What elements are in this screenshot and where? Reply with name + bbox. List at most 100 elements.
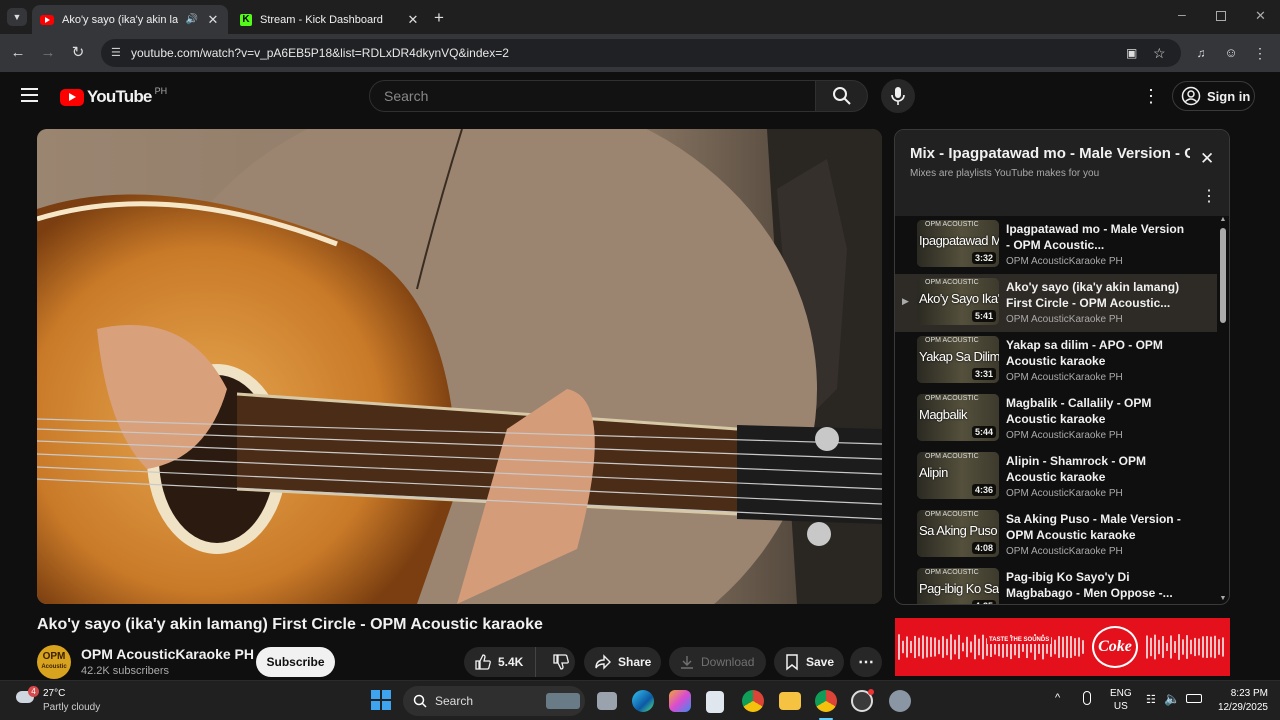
microphone-tray-icon[interactable] <box>1083 691 1091 705</box>
start-windows-icon[interactable] <box>371 690 391 710</box>
address-bar[interactable]: ☰ youtube.com/watch?v=v_pA6EB5P18&list=R… <box>101 39 1181 67</box>
playlist-item[interactable]: ▶ OPM ACOUSTIC Ako'y Sayo Ika'y Akin Lam 5:… <box>895 274 1217 332</box>
chrome-menu-icon[interactable]: ⋮ <box>1249 42 1271 64</box>
clock[interactable]: 8:23 PM 12/29/2025 <box>1212 687 1268 715</box>
copilot-icon[interactable] <box>669 690 691 712</box>
playlist-item-title: Alipin - Shamrock - OPM Acoustic karaoke <box>1006 454 1147 484</box>
search-icon <box>833 87 851 105</box>
hamburger-menu-icon[interactable] <box>21 88 38 102</box>
site-info-icon[interactable]: ☰ <box>111 39 121 67</box>
soundwave-graphic <box>898 634 1224 660</box>
chrome-active-icon[interactable] <box>815 690 837 712</box>
back-arrow-icon[interactable]: ← <box>7 42 29 64</box>
close-tab-icon[interactable]: ✕ <box>206 12 220 28</box>
dislike-button[interactable] <box>542 647 570 677</box>
playlist-thumbnail[interactable]: OPM ACOUSTIC Ako'y Sayo Ika'y Akin Lam 5:4… <box>917 278 999 325</box>
avatar-text-bottom: Acoustic <box>41 664 67 670</box>
youtube-favicon-icon <box>40 14 54 25</box>
search-button[interactable] <box>815 80 868 112</box>
playlist-item-channel: OPM AcousticKaraoke PH <box>1006 372 1123 383</box>
playlist-item[interactable]: OPM ACOUSTIC Sa Aking Puso 4:08 Sa Aking Pu… <box>895 506 1217 564</box>
playlist-title[interactable]: Mix - Ipagpatawad mo - Male Version - OP… <box>910 145 1190 162</box>
playlist-item[interactable]: OPM ACOUSTIC Magbalik 5:44 Magbalik - Calla… <box>895 390 1217 448</box>
tab-search-dropdown-icon[interactable]: ▼ <box>7 8 27 26</box>
thumbnail-text: Sa Aking Puso <box>919 523 998 538</box>
scroll-down-arrow-icon[interactable]: ▼ <box>1219 595 1227 602</box>
thumbnail-text: Ako'y Sayo Ika'y Akin Lam <box>919 291 999 306</box>
subscribe-button[interactable]: Subscribe <box>256 647 335 677</box>
sign-in-button[interactable]: Sign in <box>1172 81 1255 111</box>
playlist-item[interactable]: OPM ACOUSTIC Yakap Sa Dilim 3:31 Yakap sa d… <box>895 332 1217 390</box>
playlist-thumbnail[interactable]: OPM ACOUSTIC Magbalik 5:44 <box>917 394 999 441</box>
install-app-icon[interactable]: ▣ <box>1126 39 1137 67</box>
settings-kebab-icon[interactable]: ⋮ <box>1142 86 1160 107</box>
playlist-scrollbar[interactable]: ▲ ▼ <box>1219 216 1227 604</box>
task-view-icon[interactable] <box>597 692 617 710</box>
more-actions-button[interactable]: ⋯ <box>850 647 882 677</box>
playlist-thumbnail[interactable]: OPM ACOUSTIC Yakap Sa Dilim 3:31 <box>917 336 999 383</box>
edge-icon[interactable] <box>632 690 654 712</box>
playlist-item[interactable]: OPM ACOUSTIC Ipagpatawad Mo 3:32 Ipagpatawa… <box>895 216 1217 274</box>
restore-window-icon[interactable] <box>1216 11 1226 21</box>
tab-kick-dashboard[interactable]: K Stream - Kick Dashboard ✕ <box>232 5 428 34</box>
settings-gear-icon[interactable] <box>889 690 911 712</box>
youtube-logo[interactable]: YouTube PH <box>60 86 167 108</box>
thumbs-up-icon <box>475 654 491 670</box>
taskbar-search[interactable]: Search <box>403 686 585 716</box>
scroll-up-arrow-icon[interactable]: ▲ <box>1219 216 1227 223</box>
save-button[interactable]: Save <box>774 647 845 677</box>
ad-tagline: TASTE THE SOUNDS <box>987 636 1052 644</box>
battery-icon[interactable] <box>1186 694 1202 703</box>
thumbnail-text: Ipagpatawad Mo <box>919 233 999 248</box>
weather-widget[interactable]: 4 27°C Partly cloudy <box>16 686 136 716</box>
microphone-icon <box>891 87 905 105</box>
video-player[interactable] <box>37 129 882 604</box>
playlist-header: Mix - Ipagpatawad mo - Male Version - OP… <box>895 130 1229 216</box>
playlist-menu-kebab-icon[interactable]: ⋮ <box>1201 186 1217 206</box>
new-tab-plus-icon[interactable]: + <box>434 8 444 28</box>
close-tab-icon[interactable]: ✕ <box>406 12 420 28</box>
clock-time: 8:23 PM <box>1230 688 1268 699</box>
speaker-icon[interactable]: 🔊 <box>186 14 198 25</box>
voice-search-button[interactable] <box>881 79 915 113</box>
share-button[interactable]: Share <box>584 647 662 677</box>
wifi-icon[interactable]: ☷ <box>1146 693 1156 706</box>
playlist-thumbnail[interactable]: OPM ACOUSTIC Ipagpatawad Mo 3:32 <box>917 220 999 267</box>
like-button[interactable]: 5.4K <box>464 647 536 677</box>
playlist-thumbnail[interactable]: OPM ACOUSTIC Alipin 4:36 <box>917 452 999 499</box>
language-indicator[interactable]: ENG US <box>1110 687 1132 713</box>
minimize-window-icon[interactable]: – <box>1178 6 1186 22</box>
playlist-item-channel: OPM AcousticKaraoke PH <box>1006 314 1123 325</box>
channel-avatar[interactable]: OPM Acoustic <box>37 645 71 679</box>
region-code: PH <box>154 86 168 96</box>
like-count: 5.4K <box>498 655 524 669</box>
playlist-item[interactable]: OPM ACOUSTIC Alipin 4:36 Alipin - Shamrock … <box>895 448 1217 506</box>
chrome-icon[interactable] <box>742 690 764 712</box>
search-input[interactable]: Search <box>369 80 816 112</box>
tab-youtube[interactable]: Ako'y sayo (ika'y akin lamang) 🔊 ✕ <box>32 5 228 34</box>
close-window-icon[interactable]: ✕ <box>1255 8 1266 24</box>
volume-icon[interactable]: 🔈 <box>1164 691 1180 707</box>
coke-logo: Coke <box>1092 626 1138 668</box>
playlist-item[interactable]: OPM ACOUSTIC Pag-ibig Ko Sayo'y Di Magbab… <box>895 564 1217 604</box>
forward-arrow-icon[interactable]: → <box>37 42 59 64</box>
duration-badge: 4:35 <box>971 600 996 604</box>
reload-icon[interactable]: ↻ <box>67 42 89 64</box>
media-controls-icon[interactable]: ♫ <box>1190 42 1212 64</box>
youtube-logo-icon <box>60 88 84 106</box>
download-button[interactable]: Download <box>669 647 766 677</box>
playlist-thumbnail[interactable]: OPM ACOUSTIC Sa Aking Puso 4:08 <box>917 510 999 557</box>
youtube-logo-text: YouTube <box>87 87 152 106</box>
playlist-thumbnail[interactable]: OPM ACOUSTIC Pag-ibig Ko Sayo'y Di Magbab… <box>917 568 999 604</box>
show-hidden-icons-chevron-icon[interactable]: ^ <box>1055 692 1060 704</box>
profile-icon[interactable]: ☺ <box>1220 42 1242 64</box>
weather-desc: Partly cloudy <box>43 702 101 713</box>
share-icon <box>595 654 611 670</box>
bookmark-star-icon[interactable]: ☆ <box>1153 39 1166 67</box>
scroll-thumb[interactable] <box>1220 228 1226 323</box>
close-playlist-icon[interactable]: ✕ <box>1200 149 1214 169</box>
notepad-icon[interactable] <box>706 691 724 713</box>
channel-name[interactable]: OPM AcousticKaraoke PH <box>81 646 254 662</box>
ad-banner[interactable]: TASTE THE SOUNDS Coke <box>895 618 1230 676</box>
file-explorer-icon[interactable] <box>779 692 801 710</box>
